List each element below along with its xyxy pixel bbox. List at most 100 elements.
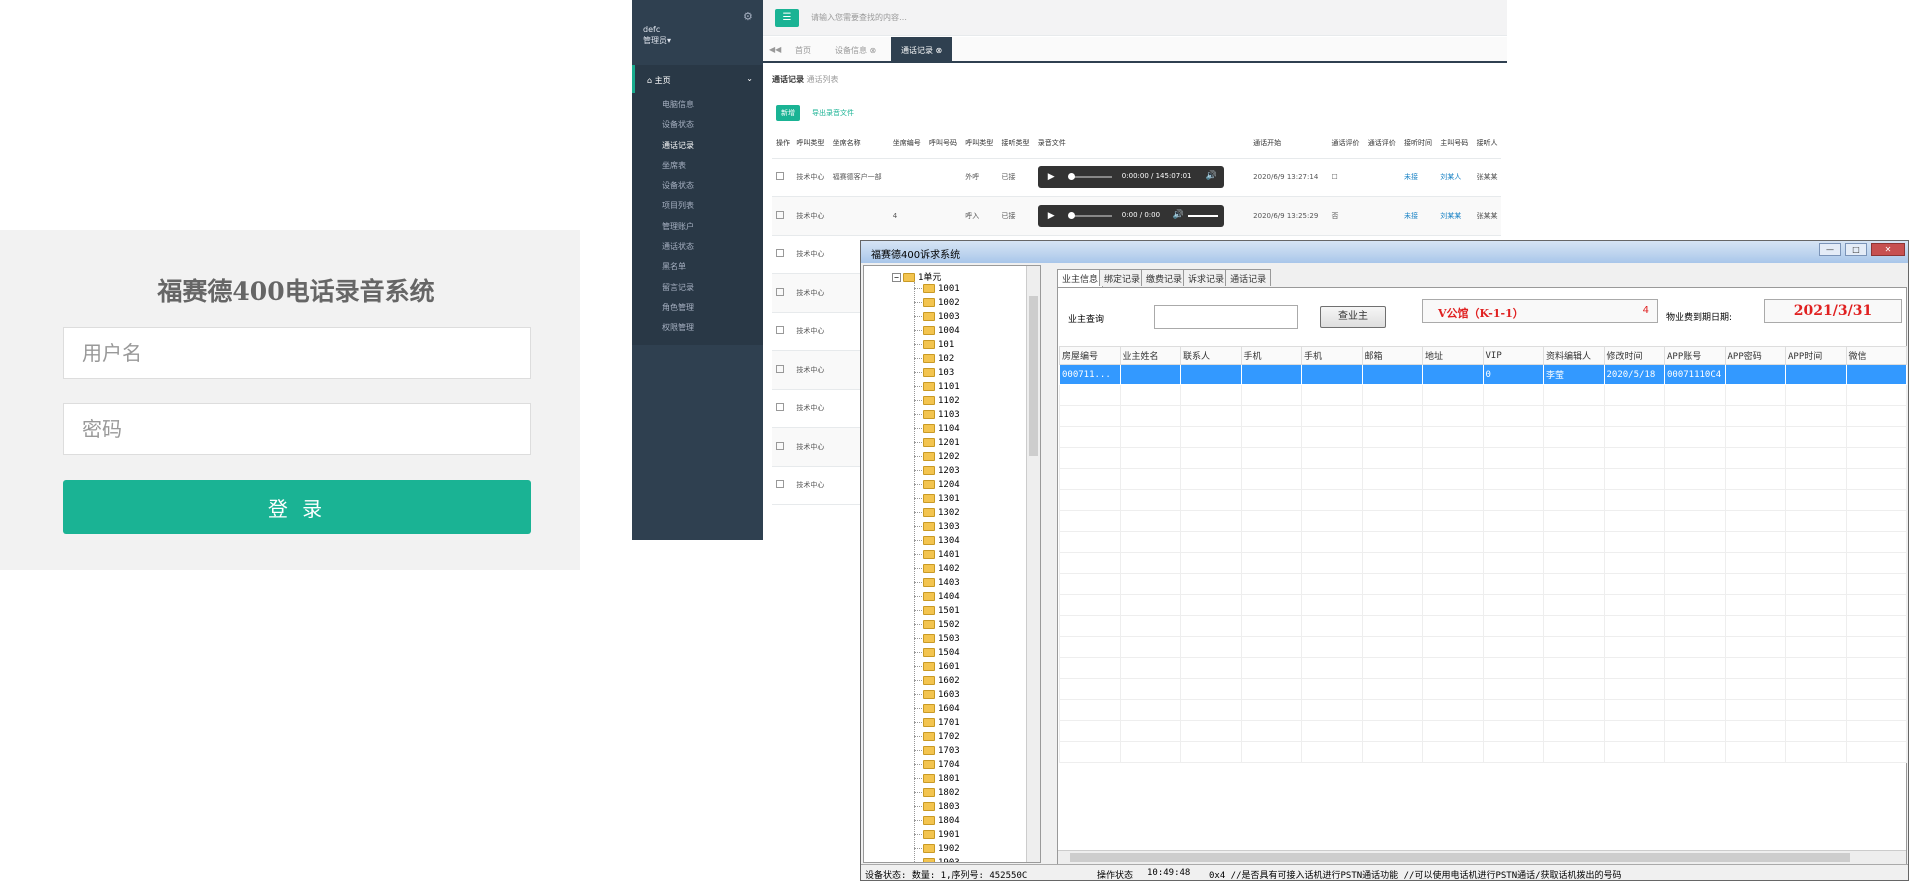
tab-device-info[interactable]: 设备信息 ⊗ — [835, 37, 876, 63]
sidebar-item[interactable]: 设备状态 — [632, 174, 763, 194]
sidebar-item[interactable]: 电脑信息 — [632, 93, 763, 113]
row-checkbox-cell[interactable] — [772, 312, 793, 351]
tree-item[interactable]: 1902 — [914, 842, 960, 856]
menu-toggle-button[interactable]: ☰ — [775, 9, 799, 27]
detail-tab[interactable]: 诉求记录 — [1183, 269, 1230, 286]
tree-scroll-thumb[interactable] — [1029, 296, 1038, 456]
login-button[interactable]: 登 录 — [63, 480, 531, 534]
username-input[interactable] — [63, 327, 531, 379]
row-checkbox[interactable] — [776, 480, 784, 489]
nav-home[interactable]: ⌂ 主页 ⌄ — [632, 65, 763, 93]
column-header[interactable]: 通话开始 — [1249, 128, 1328, 159]
detail-tab[interactable]: 通话记录 — [1225, 269, 1272, 286]
sidebar-item[interactable]: 项目列表 — [632, 194, 763, 214]
tree-item[interactable]: 1604 — [914, 702, 960, 716]
row-checkbox[interactable] — [776, 172, 784, 181]
tree-item[interactable]: 1003 — [914, 310, 960, 324]
export-audio-link[interactable]: 导出录音文件 — [812, 108, 854, 118]
tree-item[interactable]: 101 — [914, 338, 960, 352]
tree-item[interactable]: 1103 — [914, 408, 960, 422]
row-checkbox-cell[interactable] — [772, 273, 793, 313]
tree-item[interactable]: 1101 — [914, 380, 960, 394]
volume-icon[interactable]: 🔊 — [1206, 171, 1217, 181]
tree-item[interactable]: 1303 — [914, 520, 960, 534]
grid-column-header[interactable]: 联系人 — [1180, 346, 1242, 365]
grid-scrollbar[interactable] — [1058, 850, 1906, 864]
tree-item[interactable]: 1401 — [914, 548, 960, 562]
tree-item[interactable]: 1603 — [914, 688, 960, 702]
tree-item[interactable]: 1801 — [914, 772, 960, 786]
tab-home[interactable]: 首页 — [795, 37, 811, 63]
tree-item[interactable]: 1102 — [914, 394, 960, 408]
volume-icon[interactable]: 🔊 — [1173, 210, 1184, 220]
row-checkbox-cell[interactable] — [772, 389, 793, 428]
column-header[interactable]: 录音文件 — [1033, 128, 1250, 159]
row-checkbox[interactable] — [776, 326, 784, 335]
sidebar-item[interactable]: 坐席表 — [632, 154, 763, 174]
tree-item[interactable]: 1402 — [914, 562, 960, 576]
tree-item[interactable]: 1004 — [914, 324, 960, 338]
tree-item[interactable]: 1301 — [914, 492, 960, 506]
detail-tab[interactable]: 业主信息 — [1057, 269, 1104, 287]
column-header[interactable]: 坐席名称 — [828, 128, 889, 159]
tree-item[interactable]: 1802 — [914, 786, 960, 800]
tree-item[interactable]: 1601 — [914, 660, 960, 674]
query-owner-button[interactable]: 查业主 — [1320, 306, 1386, 328]
close-icon[interactable]: ✕ — [1871, 243, 1905, 256]
tree-scrollbar[interactable] — [1026, 266, 1040, 862]
tree-item[interactable]: 1903 — [914, 856, 960, 862]
owner-query-input[interactable] — [1154, 305, 1298, 329]
grid-row-selected[interactable]: 000711... 0 李莹 2020/5/18 00071110C4 — [1059, 364, 1907, 385]
row-checkbox[interactable] — [776, 403, 784, 412]
tree-item[interactable]: 1804 — [914, 814, 960, 828]
sidebar-item[interactable]: 设备状态 — [632, 113, 763, 133]
audio-progress[interactable] — [1069, 176, 1112, 179]
column-header[interactable]: 通话评价 — [1363, 128, 1401, 159]
grid-column-header[interactable]: 邮箱 — [1361, 346, 1423, 365]
tree-item[interactable]: 1201 — [914, 436, 960, 450]
tree-item[interactable]: 1203 — [914, 464, 960, 478]
tree-item[interactable]: 1202 — [914, 450, 960, 464]
sidebar-item[interactable]: 通话状态 — [632, 235, 763, 255]
column-header[interactable]: 接听时间 — [1400, 128, 1437, 159]
tree-item[interactable]: 1502 — [914, 618, 960, 632]
column-header[interactable]: 接听人 — [1472, 128, 1501, 159]
audio-scrubber[interactable] — [1067, 211, 1075, 219]
tree-item[interactable]: 1501 — [914, 604, 960, 618]
grid-column-header[interactable]: APP密码 — [1724, 346, 1786, 365]
column-header[interactable]: 呼叫号码 — [925, 128, 962, 159]
row-checkbox[interactable] — [776, 249, 784, 258]
column-header[interactable]: 坐席编号 — [888, 128, 925, 159]
row-checkbox-cell[interactable] — [772, 466, 793, 505]
tree-item[interactable]: 1901 — [914, 828, 960, 842]
row-checkbox-cell[interactable] — [772, 235, 793, 274]
sidebar-item[interactable]: 角色管理 — [632, 296, 763, 316]
column-header[interactable]: 呼叫类型 — [792, 128, 829, 159]
grid-column-header[interactable]: 业主姓名 — [1119, 346, 1181, 365]
audio-player[interactable]: ▶ 0:00 / 0:00 🔊 — [1037, 204, 1224, 227]
tree-item[interactable]: 103 — [914, 366, 960, 380]
column-header[interactable]: 操作 — [772, 128, 793, 159]
grid-column-header[interactable]: APP时间 — [1785, 346, 1847, 365]
grid-column-header[interactable]: 房屋编号 — [1059, 346, 1121, 365]
tree-item[interactable]: 1503 — [914, 632, 960, 646]
column-header[interactable]: 呼叫类型 — [961, 128, 998, 159]
detail-tab[interactable]: 绑定记录 — [1099, 269, 1146, 286]
audio-scrubber[interactable] — [1067, 173, 1075, 181]
grid-column-header[interactable]: 资料编辑人 — [1543, 346, 1605, 365]
detail-tab[interactable]: 缴费记录 — [1141, 269, 1188, 286]
tree-item[interactable]: 1703 — [914, 744, 960, 758]
column-header[interactable]: 接听类型 — [997, 128, 1034, 159]
search-input[interactable]: 请输入您需要查找的内容… — [811, 12, 907, 23]
row-checkbox-cell[interactable] — [772, 427, 793, 467]
play-icon[interactable]: ▶ — [1048, 211, 1055, 221]
sidebar-item[interactable]: 权限管理 — [632, 316, 763, 336]
profile-role[interactable]: 管理员▾ — [643, 35, 763, 46]
tree-item[interactable]: 1302 — [914, 506, 960, 520]
volume-slider[interactable] — [1187, 214, 1218, 217]
cell-c12[interactable]: 未接 — [1400, 158, 1437, 197]
row-checkbox-cell[interactable] — [772, 158, 793, 197]
play-icon[interactable]: ▶ — [1048, 172, 1055, 182]
tree-item[interactable]: 1001 — [914, 282, 960, 296]
row-checkbox[interactable] — [776, 210, 784, 219]
